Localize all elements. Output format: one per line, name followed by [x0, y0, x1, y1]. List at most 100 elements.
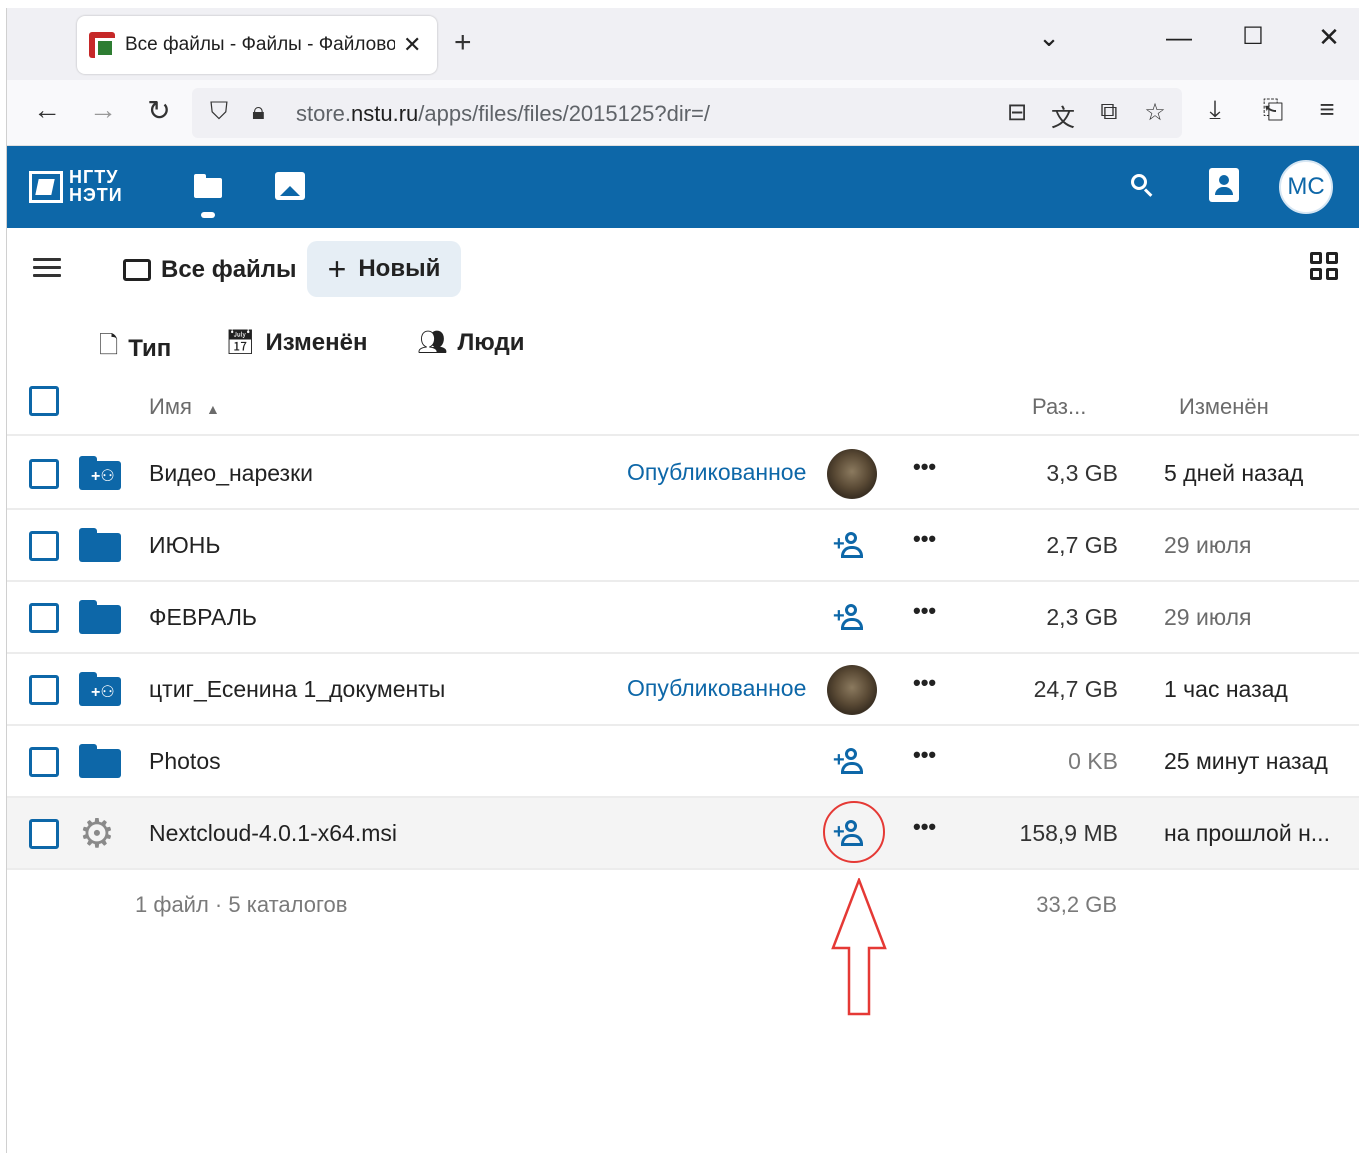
logo-mark-icon [29, 171, 63, 203]
page-download-icon[interactable]: ⊟ [1000, 98, 1034, 127]
file-name[interactable]: Photos [149, 748, 221, 775]
active-app-indicator [201, 212, 215, 218]
more-actions-icon[interactable]: ••• [913, 814, 936, 840]
share-add-user-icon[interactable]: + [833, 602, 867, 632]
published-status[interactable]: Опубликованное [627, 459, 806, 486]
translate-icon[interactable]: 文 [1046, 98, 1080, 133]
shield-icon[interactable]: ⛉ [210, 98, 228, 126]
table-row[interactable]: ИЮНЬ + ••• 2,7 GB 29 июля [7, 510, 1359, 582]
tab-title: Все файлы - Файлы - Файлово [125, 34, 395, 55]
menu-icon[interactable]: ≡ [1309, 94, 1345, 125]
file-size: 2,3 GB [1046, 604, 1118, 630]
calendar-icon: 📅︎ [225, 329, 256, 356]
more-actions-icon[interactable]: ••• [913, 454, 936, 480]
shared-folder-icon: +⚇ [79, 672, 121, 706]
more-actions-icon[interactable]: ••• [913, 742, 936, 768]
column-header-size[interactable]: Раз... [1032, 394, 1086, 420]
file-name[interactable]: цтиг_Есенина 1_документы [149, 676, 445, 703]
file-size: 158,9 MB [1019, 820, 1118, 846]
contacts-icon[interactable] [1209, 168, 1239, 202]
tab-close-icon[interactable]: ✕ [403, 32, 421, 58]
column-header-name[interactable]: Имя ▲ [149, 394, 220, 420]
shared-folder-icon: +⚇ [79, 456, 121, 490]
user-avatar[interactable]: MC [1279, 160, 1333, 214]
forward-button[interactable]: → [85, 94, 121, 126]
navigation-toggle-icon[interactable] [33, 258, 61, 280]
reader-translate-icon[interactable]: ⧉ [1092, 98, 1126, 126]
files-app-icon[interactable] [193, 170, 225, 202]
table-row[interactable]: ФЕВРАЛЬ + ••• 2,3 GB 29 июля [7, 582, 1359, 654]
row-checkbox[interactable] [29, 819, 59, 849]
select-all-checkbox[interactable] [29, 386, 59, 416]
file-icon: 🗋︎ [99, 332, 119, 359]
address-bar[interactable]: ⛉ 🔒︎ store.nstu.ru/apps/files/files/2015… [192, 88, 1182, 138]
bookmark-star-icon[interactable]: ☆ [1138, 98, 1172, 127]
row-checkbox[interactable] [29, 531, 59, 561]
people-icon: 👥︎ [417, 329, 448, 356]
more-actions-icon[interactable]: ••• [913, 526, 936, 552]
annotation-circle [823, 801, 885, 863]
row-checkbox[interactable] [29, 459, 59, 489]
more-actions-icon[interactable]: ••• [913, 598, 936, 624]
more-actions-icon[interactable]: ••• [913, 670, 936, 696]
browser-tab[interactable]: Все файлы - Файлы - Файлово ✕ [77, 16, 437, 74]
new-button[interactable]: + Новый [307, 241, 461, 297]
row-checkbox[interactable] [29, 747, 59, 777]
sharer-avatar[interactable] [827, 665, 877, 715]
filter-type-label: Тип [128, 334, 172, 362]
folder-icon [79, 744, 121, 778]
file-size: 24,7 GB [1033, 676, 1118, 702]
table-row[interactable]: Photos + ••• 0 KB 25 минут назад [7, 726, 1359, 798]
filter-type[interactable]: 🗋︎ Тип [99, 328, 171, 369]
breadcrumb[interactable]: Все файлы [123, 256, 297, 284]
filter-people[interactable]: 👥︎ Люди [417, 328, 524, 357]
site-favicon-icon [89, 32, 115, 58]
close-window-button[interactable]: ✕ [1309, 22, 1349, 53]
file-modified: 25 минут назад [1164, 748, 1328, 774]
new-tab-button[interactable]: + [454, 26, 472, 60]
file-name[interactable]: Nextcloud-4.0.1-x64.msi [149, 820, 397, 847]
app-header: НГТУ НЭТИ MC [7, 146, 1359, 228]
breadcrumb-all-files[interactable]: Все файлы [161, 256, 297, 284]
gear-icon: ⚙ [79, 812, 115, 856]
row-checkbox[interactable] [29, 675, 59, 705]
table-row[interactable]: +⚇ цтиг_Есенина 1_документы Опубликованн… [7, 654, 1359, 726]
reload-button[interactable]: ↻ [141, 94, 177, 127]
file-name[interactable]: ИЮНЬ [149, 532, 220, 559]
lock-icon[interactable]: 🔒︎ [252, 98, 265, 126]
filter-modified[interactable]: 📅︎ Изменён [225, 328, 368, 357]
file-size: 2,7 GB [1046, 532, 1118, 558]
table-row[interactable]: ⚙ Nextcloud-4.0.1-x64.msi + ••• 158,9 MB… [7, 798, 1359, 870]
minimize-button[interactable]: — [1159, 22, 1199, 53]
nstu-logo[interactable]: НГТУ НЭТИ [29, 168, 139, 208]
annotation-arrow-icon [831, 878, 887, 1016]
filter-modified-label: Изменён [265, 328, 368, 356]
back-button[interactable]: ← [29, 94, 65, 126]
share-add-user-icon[interactable]: + [833, 746, 867, 776]
maximize-button[interactable]: ☐ [1233, 22, 1273, 51]
row-checkbox[interactable] [29, 603, 59, 633]
grid-view-toggle-icon[interactable] [1310, 252, 1340, 282]
extensions-icon[interactable]: ⎗ [1255, 94, 1291, 126]
navigation-bar: ← → ↻ ⛉ 🔒︎ store.nstu.ru/apps/files/file… [7, 80, 1359, 146]
url-text[interactable]: store.nstu.ru/apps/files/files/2015125?d… [296, 101, 710, 127]
tab-list-dropdown-icon[interactable]: ⌄ [1029, 22, 1069, 53]
total-size: 33,2 GB [1036, 892, 1117, 917]
file-modified: на прошлой н... [1164, 820, 1330, 846]
share-add-user-icon[interactable]: + [833, 530, 867, 560]
files-summary: 1 файл · 5 каталогов [135, 892, 348, 917]
sort-ascending-icon: ▲ [205, 401, 220, 417]
column-header-modified[interactable]: Изменён [1179, 394, 1269, 420]
published-status[interactable]: Опубликованное [627, 675, 806, 702]
file-name[interactable]: Видео_нарезки [149, 460, 313, 487]
search-icon[interactable] [1127, 170, 1159, 202]
browser-window: Все файлы - Файлы - Файлово ✕ + ⌄ — ☐ ✕ … [6, 8, 1359, 1153]
filter-people-label: Люди [457, 328, 525, 356]
file-modified: 5 дней назад [1164, 460, 1304, 486]
downloads-icon[interactable]: ⤓ [1197, 94, 1233, 126]
photos-app-icon[interactable] [275, 170, 307, 202]
file-name[interactable]: ФЕВРАЛЬ [149, 604, 257, 631]
table-row[interactable]: +⚇ Видео_нарезки Опубликованное ••• 3,3 … [7, 438, 1359, 510]
file-modified: 29 июля [1164, 532, 1252, 558]
sharer-avatar[interactable] [827, 449, 877, 499]
